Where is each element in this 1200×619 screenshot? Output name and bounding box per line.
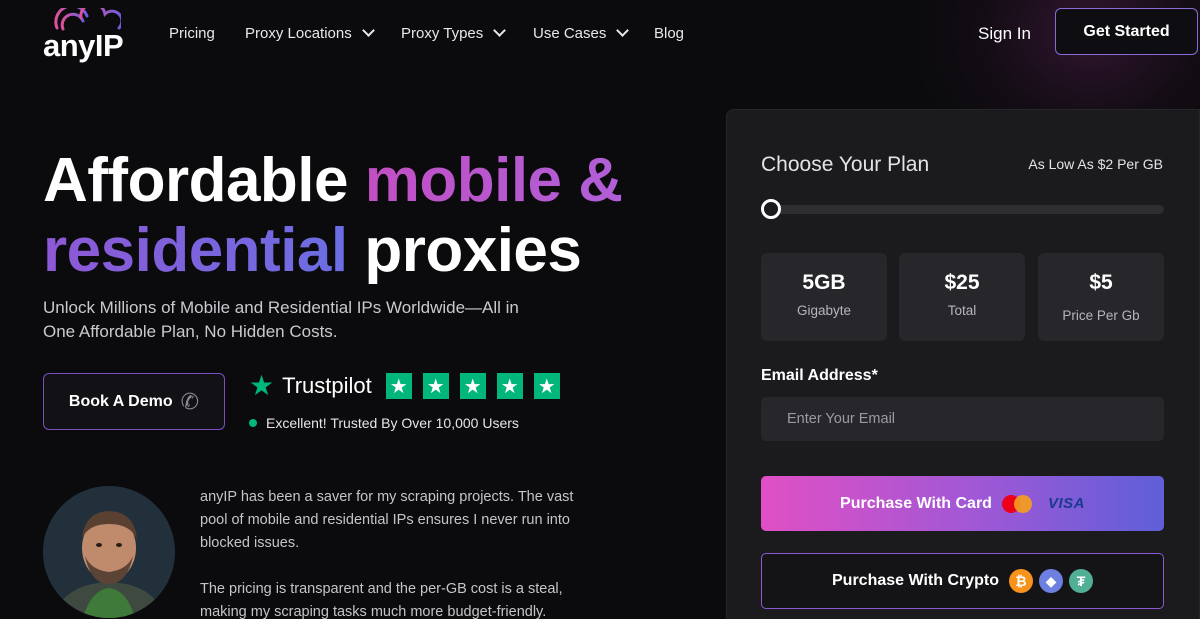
- chevron-down-icon: [493, 24, 507, 37]
- email-field[interactable]: [761, 397, 1164, 441]
- trustpilot-subtitle: Excellent! Trusted By Over 10,000 Users: [249, 415, 519, 431]
- purchase-crypto-label: Purchase With Crypto: [832, 572, 999, 589]
- book-demo-label: Book A Demo: [68, 392, 173, 410]
- nav-use-cases[interactable]: Use Cases: [533, 24, 630, 42]
- testimonial-paragraph: anyIP has been a saver for my scraping p…: [200, 489, 574, 551]
- nav-label: Pricing: [169, 24, 215, 42]
- plan-slider-thumb[interactable]: [761, 199, 781, 219]
- nav-proxy-locations[interactable]: Proxy Locations: [245, 24, 375, 42]
- chevron-down-icon: [361, 24, 375, 37]
- plan-low-price: As Low As $2 Per GB: [1028, 156, 1163, 172]
- rating-star-icon: ★: [459, 373, 486, 399]
- rating-star-icon: ★: [422, 373, 449, 399]
- bitcoin-icon: ₿: [1009, 569, 1033, 593]
- plan-title: Choose Your Plan: [761, 153, 930, 176]
- mastercard-icon: [1001, 494, 1034, 514]
- nav-proxy-types[interactable]: Proxy Types: [401, 24, 507, 42]
- trustpilot-rating[interactable]: ★ Trustpilot ★ ★ ★ ★ ★: [249, 372, 563, 400]
- avatar: [43, 486, 175, 618]
- stat-label: Total: [947, 303, 977, 318]
- stat-gigabyte: 5GB Gigabyte: [761, 253, 887, 341]
- headline-part: Affordable: [43, 146, 365, 215]
- rating-star-icon: ★: [385, 373, 412, 399]
- nav-blog[interactable]: Blog: [654, 24, 684, 42]
- tether-icon: ₮: [1069, 569, 1093, 593]
- get-started-button[interactable]: Get Started: [1055, 8, 1198, 55]
- trustpilot-name: Trustpilot: [282, 373, 372, 398]
- book-demo-button[interactable]: Book A Demo ✆: [43, 373, 225, 430]
- top-navigation: anyIP Pricing Proxy Locations Proxy Type…: [0, 0, 1200, 66]
- chevron-down-icon: [616, 24, 630, 37]
- status-dot-icon: [249, 419, 257, 427]
- nav-label: Blog: [654, 24, 685, 42]
- rating-star-icon: ★: [496, 373, 523, 399]
- trustpilot-subtitle-text: Excellent! Trusted By Over 10,000 Users: [266, 415, 519, 431]
- purchase-crypto-button[interactable]: Purchase With Crypto ₿ ◆ ₮: [761, 553, 1164, 609]
- stat-label: Price Per Gb: [1062, 308, 1140, 323]
- nav-label: Proxy Locations: [245, 24, 352, 42]
- ethereum-icon: ◆: [1039, 569, 1063, 593]
- stat-value: 5GB: [802, 271, 846, 294]
- logo[interactable]: anyIP: [43, 8, 129, 63]
- visa-icon: VISA: [1047, 495, 1085, 512]
- testimonial: anyIP has been a saver for my scraping p…: [200, 486, 595, 619]
- headline-highlight: mobile &: [364, 146, 623, 215]
- headline-part: proxies: [347, 216, 582, 285]
- rating-star-icon: ★: [533, 373, 560, 399]
- email-label: Email Address*: [761, 367, 878, 384]
- stat-value: $25: [944, 271, 980, 294]
- purchase-card-button[interactable]: Purchase With Card VISA: [761, 476, 1164, 531]
- stat-value: $5: [1089, 271, 1113, 294]
- trustpilot-star-icon: ★: [249, 370, 275, 401]
- avatar-portrait-icon: [43, 486, 175, 618]
- purchase-card-label: Purchase With Card: [840, 494, 992, 512]
- stat-price-per-gb: $5 Price Per Gb: [1038, 253, 1164, 341]
- headline-highlight: residential: [43, 216, 348, 285]
- testimonial-paragraph: The pricing is transparent and the per-G…: [200, 581, 563, 619]
- logo-text: anyIP: [43, 28, 124, 63]
- nav-label: Proxy Types: [401, 24, 484, 42]
- sign-in-link[interactable]: Sign In: [978, 24, 1031, 44]
- plan-slider-track[interactable]: [761, 205, 1164, 214]
- plan-panel: Choose Your Plan As Low As $2 Per GB 5GB…: [726, 109, 1200, 619]
- nav-label: Use Cases: [533, 24, 607, 42]
- stat-label: Gigabyte: [796, 303, 852, 318]
- nav-pricing[interactable]: Pricing: [169, 24, 215, 42]
- phone-icon: ✆: [180, 388, 200, 414]
- hero-headline: Affordable mobile & residential proxies: [43, 146, 623, 286]
- hero-subtext: Unlock Millions of Mobile and Residentia…: [43, 298, 519, 341]
- stat-total: $25 Total: [899, 253, 1025, 341]
